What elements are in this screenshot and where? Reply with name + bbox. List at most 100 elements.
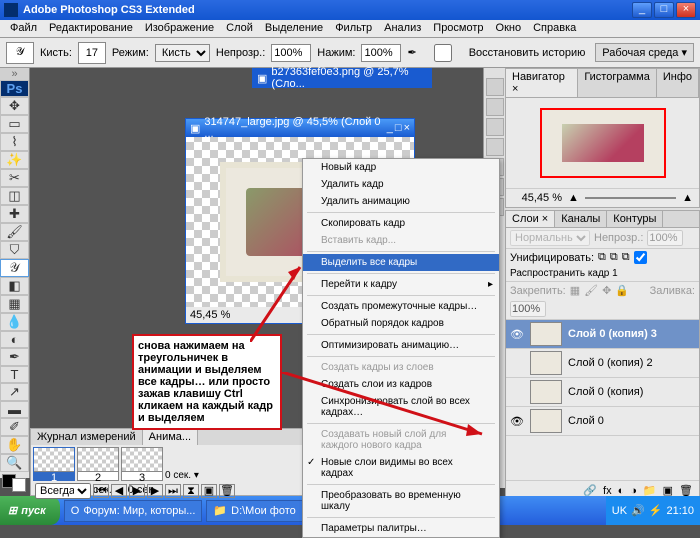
unify-icon-1[interactable]: ⧉ xyxy=(598,251,606,264)
menu-filter[interactable]: Фильтр xyxy=(329,20,378,37)
last-frame-button[interactable]: ⏭ xyxy=(165,484,181,498)
lock-paint-icon[interactable]: 🖌 xyxy=(584,284,598,297)
tray-icon-2[interactable]: ⚡ xyxy=(649,504,663,517)
lang-indicator[interactable]: UK xyxy=(612,505,627,517)
lock-all-icon[interactable]: 🔒 xyxy=(615,284,629,297)
menu-analysis[interactable]: Анализ xyxy=(378,20,427,37)
doc-close-button[interactable]: × xyxy=(404,122,410,134)
ctx-item[interactable]: Создать слои из кадров xyxy=(303,376,499,393)
doc-maximize-button[interactable]: □ xyxy=(395,122,402,134)
tween-button[interactable]: ⧗ xyxy=(183,484,199,498)
loop-select[interactable]: Всегда ▾ xyxy=(35,483,91,499)
anim-frame[interactable]: 20 сек. xyxy=(77,447,119,481)
ctx-item[interactable]: Удалить анимацию xyxy=(303,193,499,210)
unify-icon-3[interactable]: ⧉ xyxy=(622,251,630,264)
wand-tool[interactable]: ✨ xyxy=(0,151,29,169)
delete-frame-button[interactable]: 🗑 xyxy=(219,484,235,498)
mode-select[interactable]: Кисть xyxy=(155,44,210,62)
propagate-checkbox[interactable] xyxy=(634,251,647,264)
layer-row[interactable]: Слой 0 (копия) xyxy=(506,378,699,407)
gradient-tool[interactable]: ▦ xyxy=(0,295,29,313)
shape-tool[interactable]: ▬ xyxy=(0,401,29,418)
tab-channels[interactable]: Каналы xyxy=(555,211,607,227)
brush-tool[interactable]: 🖌 xyxy=(0,223,29,241)
panel-icon-3[interactable] xyxy=(486,118,504,136)
menu-image[interactable]: Изображение xyxy=(139,20,220,37)
doc-minimize-button[interactable]: _ xyxy=(387,122,393,134)
workspace-button[interactable]: Рабочая среда ▾ xyxy=(595,43,694,62)
panel-icon-1[interactable] xyxy=(486,78,504,96)
nav-zoom-out-icon[interactable]: ▲ xyxy=(568,192,579,204)
clock[interactable]: 21:10 xyxy=(666,505,694,517)
toolbox-handle[interactable]: » xyxy=(0,68,29,80)
menu-help[interactable]: Справка xyxy=(527,20,582,37)
tab-info[interactable]: Инфо xyxy=(657,69,699,97)
ctx-item[interactable]: Удалить кадр xyxy=(303,176,499,193)
visibility-icon[interactable]: 👁 xyxy=(510,328,524,341)
ctx-item[interactable]: Скопировать кадр xyxy=(303,215,499,232)
tab-navigator[interactable]: Навигатор × xyxy=(506,69,578,97)
ctx-item[interactable]: Перейти к кадру xyxy=(303,276,499,293)
frame-delay[interactable]: 0 сек. ▾ xyxy=(165,470,199,481)
doc-window-bg[interactable]: ▣b27363fef0e3.png @ 25,7% (Сло... xyxy=(252,68,432,88)
opacity-input[interactable] xyxy=(271,44,311,62)
tab-histogram[interactable]: Гистограмма xyxy=(578,69,657,97)
flow-input[interactable] xyxy=(361,44,401,62)
layer-mask-icon[interactable]: ◐ xyxy=(618,485,625,497)
color-swatches[interactable] xyxy=(0,472,29,494)
ctx-item[interactable]: Синхронизировать слой во всех кадрах… xyxy=(303,393,499,421)
blur-tool[interactable]: 💧 xyxy=(0,313,29,331)
layer-row[interactable]: 👁Слой 0 (копия) 3 xyxy=(506,320,699,349)
tab-animation[interactable]: Анима... xyxy=(143,429,198,445)
zoom-tool[interactable]: 🔍 xyxy=(0,454,29,472)
nav-zoom-in-icon[interactable]: ▲ xyxy=(682,192,693,204)
taskbar-item-1[interactable]: OФорум: Мир, которы... xyxy=(64,500,203,522)
blend-mode-select[interactable]: Нормальный xyxy=(510,230,590,246)
menu-view[interactable]: Просмотр xyxy=(427,20,489,37)
play-button[interactable]: ▶ xyxy=(129,484,145,498)
panel-icon-4[interactable] xyxy=(486,138,504,156)
airbrush-icon[interactable]: ✒ xyxy=(407,46,416,59)
stamp-tool[interactable]: ⛉ xyxy=(0,241,29,259)
layer-row[interactable]: 👁Слой 0 xyxy=(506,407,699,436)
menu-file[interactable]: Файл xyxy=(4,20,43,37)
ctx-item[interactable]: Новые слои видимы во всех кадрах xyxy=(303,454,499,482)
layer-fill-input[interactable] xyxy=(510,301,546,317)
dodge-tool[interactable]: ◐ xyxy=(0,331,29,348)
lock-move-icon[interactable]: ✥ xyxy=(602,284,611,297)
marquee-tool[interactable]: ▭ xyxy=(0,115,29,133)
panel-icon-2[interactable] xyxy=(486,98,504,116)
layer-fx-icon[interactable]: fx xyxy=(603,485,612,497)
ctx-item[interactable]: Выделить все кадры xyxy=(303,254,499,271)
tray-icon-1[interactable]: 🔊 xyxy=(631,504,645,517)
history-brush-icon[interactable]: 𝒴 xyxy=(6,42,34,64)
new-frame-button[interactable]: ▣ xyxy=(201,484,217,498)
eraser-tool[interactable]: ◧ xyxy=(0,277,29,295)
lasso-tool[interactable]: ⌇ xyxy=(0,133,29,151)
menu-window[interactable]: Окно xyxy=(490,20,528,37)
nav-zoom-slider[interactable] xyxy=(585,197,676,199)
menu-select[interactable]: Выделение xyxy=(259,20,329,37)
pen-tool[interactable]: ✒ xyxy=(0,348,29,366)
slice-tool[interactable]: ◫ xyxy=(0,187,29,205)
close-button[interactable]: × xyxy=(676,2,696,18)
minimize-button[interactable]: _ xyxy=(632,2,652,18)
tab-paths[interactable]: Контуры xyxy=(607,211,663,227)
crop-tool[interactable]: ✂ xyxy=(0,169,29,187)
first-frame-button[interactable]: ⏮ xyxy=(93,484,109,498)
next-frame-button[interactable]: ▶ xyxy=(147,484,163,498)
layer-opacity-input[interactable] xyxy=(647,230,683,246)
history-brush-tool[interactable]: 𝒴 xyxy=(0,259,29,277)
restore-history-checkbox[interactable] xyxy=(423,44,463,62)
system-tray[interactable]: UK 🔊 ⚡ 21:10 xyxy=(606,496,700,525)
anim-frame[interactable]: 30 сек. xyxy=(121,447,163,481)
hand-tool[interactable]: ✋ xyxy=(0,436,29,454)
ctx-item[interactable]: Обратный порядок кадров xyxy=(303,315,499,332)
brush-preset[interactable]: 17 xyxy=(78,42,106,64)
layer-adj-icon[interactable]: ◑ xyxy=(630,485,637,497)
ps-logo-icon[interactable]: Ps xyxy=(0,80,29,97)
type-tool[interactable]: T xyxy=(0,366,29,383)
taskbar-item-2[interactable]: 📁D:\Мои фото xyxy=(206,500,302,522)
ctx-item[interactable]: Создать промежуточные кадры… xyxy=(303,298,499,315)
unify-icon-2[interactable]: ⧉ xyxy=(610,251,618,264)
